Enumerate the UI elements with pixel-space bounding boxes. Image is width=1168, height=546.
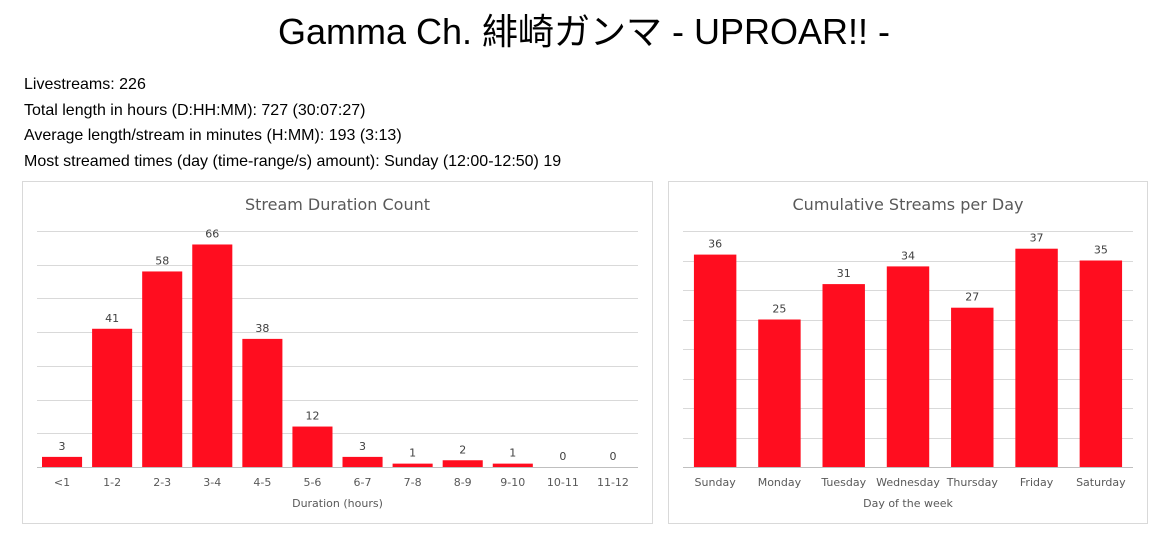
weekday-chart-panel: Cumulative Streams per Day 36 Sunday 25 Mond… bbox=[668, 181, 1148, 524]
duration-bar-4 bbox=[192, 244, 233, 467]
stats-block: Livestreams: 226 Total length in hours (… bbox=[24, 72, 561, 174]
x-tick-label: 10-11 bbox=[547, 476, 579, 489]
data-label: 2 bbox=[459, 443, 466, 456]
data-label: 27 bbox=[965, 291, 979, 304]
x-tick-label: <1 bbox=[54, 476, 70, 489]
weekday-bar-6 bbox=[1015, 248, 1058, 467]
weekday-bar-5 bbox=[951, 307, 994, 467]
data-label: 1 bbox=[409, 447, 416, 460]
x-tick-label: Saturday bbox=[1076, 476, 1126, 489]
weekday-bar-3 bbox=[822, 284, 865, 467]
x-tick-label: Tuesday bbox=[820, 476, 866, 489]
weekday-bar-4 bbox=[886, 266, 930, 467]
duration-bar-9 bbox=[442, 460, 483, 467]
x-tick-label: Sunday bbox=[695, 476, 737, 489]
duration-bar-6 bbox=[292, 426, 333, 467]
data-label: 34 bbox=[901, 249, 915, 262]
x-tick-label: 3-4 bbox=[203, 476, 221, 489]
weekday-bar-1 bbox=[693, 254, 737, 467]
duration-bar-7 bbox=[342, 456, 383, 467]
stat-total-length: Total length in hours (D:HH:MM): 727 (30… bbox=[24, 101, 366, 119]
weekday-chart: Cumulative Streams per Day 36 Sunday 25 Mond… bbox=[683, 195, 1133, 510]
x-tick-label: Friday bbox=[1020, 476, 1054, 489]
duration-bar-5 bbox=[242, 338, 283, 467]
data-label: 3 bbox=[59, 440, 66, 453]
duration-bar-10 bbox=[492, 463, 533, 467]
x-tick-label: 8-9 bbox=[454, 476, 472, 489]
duration-chart: Stream Duration Count 3 <1 41 1-2 58 2-3 66 3-4 3… bbox=[37, 195, 638, 510]
data-label: 37 bbox=[1030, 232, 1044, 245]
page-title: Gamma Ch. 緋崎ガンマ - UPROAR!! - bbox=[277, 11, 891, 52]
duration-bar-3 bbox=[142, 271, 183, 467]
x-axis-title: Duration (hours) bbox=[292, 497, 383, 510]
x-tick-label: 2-3 bbox=[153, 476, 171, 489]
x-tick-label: 6-7 bbox=[354, 476, 372, 489]
data-label: 35 bbox=[1094, 244, 1108, 257]
x-axis-title: Day of the week bbox=[863, 497, 953, 510]
x-tick-label: Thursday bbox=[946, 476, 999, 489]
data-label: 25 bbox=[772, 303, 786, 316]
duration-chart-panel: Stream Duration Count 3 <1 41 1-2 58 2-3 66 3-4 3… bbox=[22, 181, 653, 524]
data-label: 38 bbox=[255, 322, 269, 335]
stat-most-streamed: Most streamed times (day (time-range/s) … bbox=[24, 152, 562, 170]
duration-bar-8 bbox=[392, 463, 433, 467]
x-tick-label: Monday bbox=[758, 476, 802, 489]
x-tick-label: 11-12 bbox=[597, 476, 629, 489]
data-label: 36 bbox=[708, 238, 722, 251]
duration-bar-2 bbox=[92, 328, 133, 467]
data-label: 0 bbox=[609, 450, 616, 463]
data-label: 66 bbox=[205, 227, 219, 240]
data-label: 12 bbox=[305, 410, 319, 423]
weekday-bar-2 bbox=[758, 319, 801, 467]
data-label: 3 bbox=[359, 440, 366, 453]
x-tick-label: 9-10 bbox=[500, 476, 525, 489]
data-label: 31 bbox=[837, 267, 851, 280]
weekday-bar-7 bbox=[1079, 260, 1123, 467]
chart-title: Stream Duration Count bbox=[245, 195, 430, 214]
chart-title: Cumulative Streams per Day bbox=[793, 195, 1024, 214]
data-label: 41 bbox=[105, 312, 119, 325]
x-tick-label: 5-6 bbox=[303, 476, 321, 489]
data-label: 1 bbox=[509, 447, 516, 460]
stat-livestreams: Livestreams: 226 bbox=[24, 76, 146, 93]
x-tick-label: 7-8 bbox=[404, 476, 422, 489]
stat-average-length: Average length/stream in minutes (H:MM):… bbox=[24, 127, 402, 144]
duration-bar-1 bbox=[42, 456, 83, 467]
x-tick-label: Wednesday bbox=[876, 476, 940, 489]
data-label: 58 bbox=[155, 254, 169, 267]
x-tick-label: 1-2 bbox=[103, 476, 121, 489]
x-tick-label: 4-5 bbox=[253, 476, 271, 489]
data-label: 0 bbox=[559, 450, 566, 463]
